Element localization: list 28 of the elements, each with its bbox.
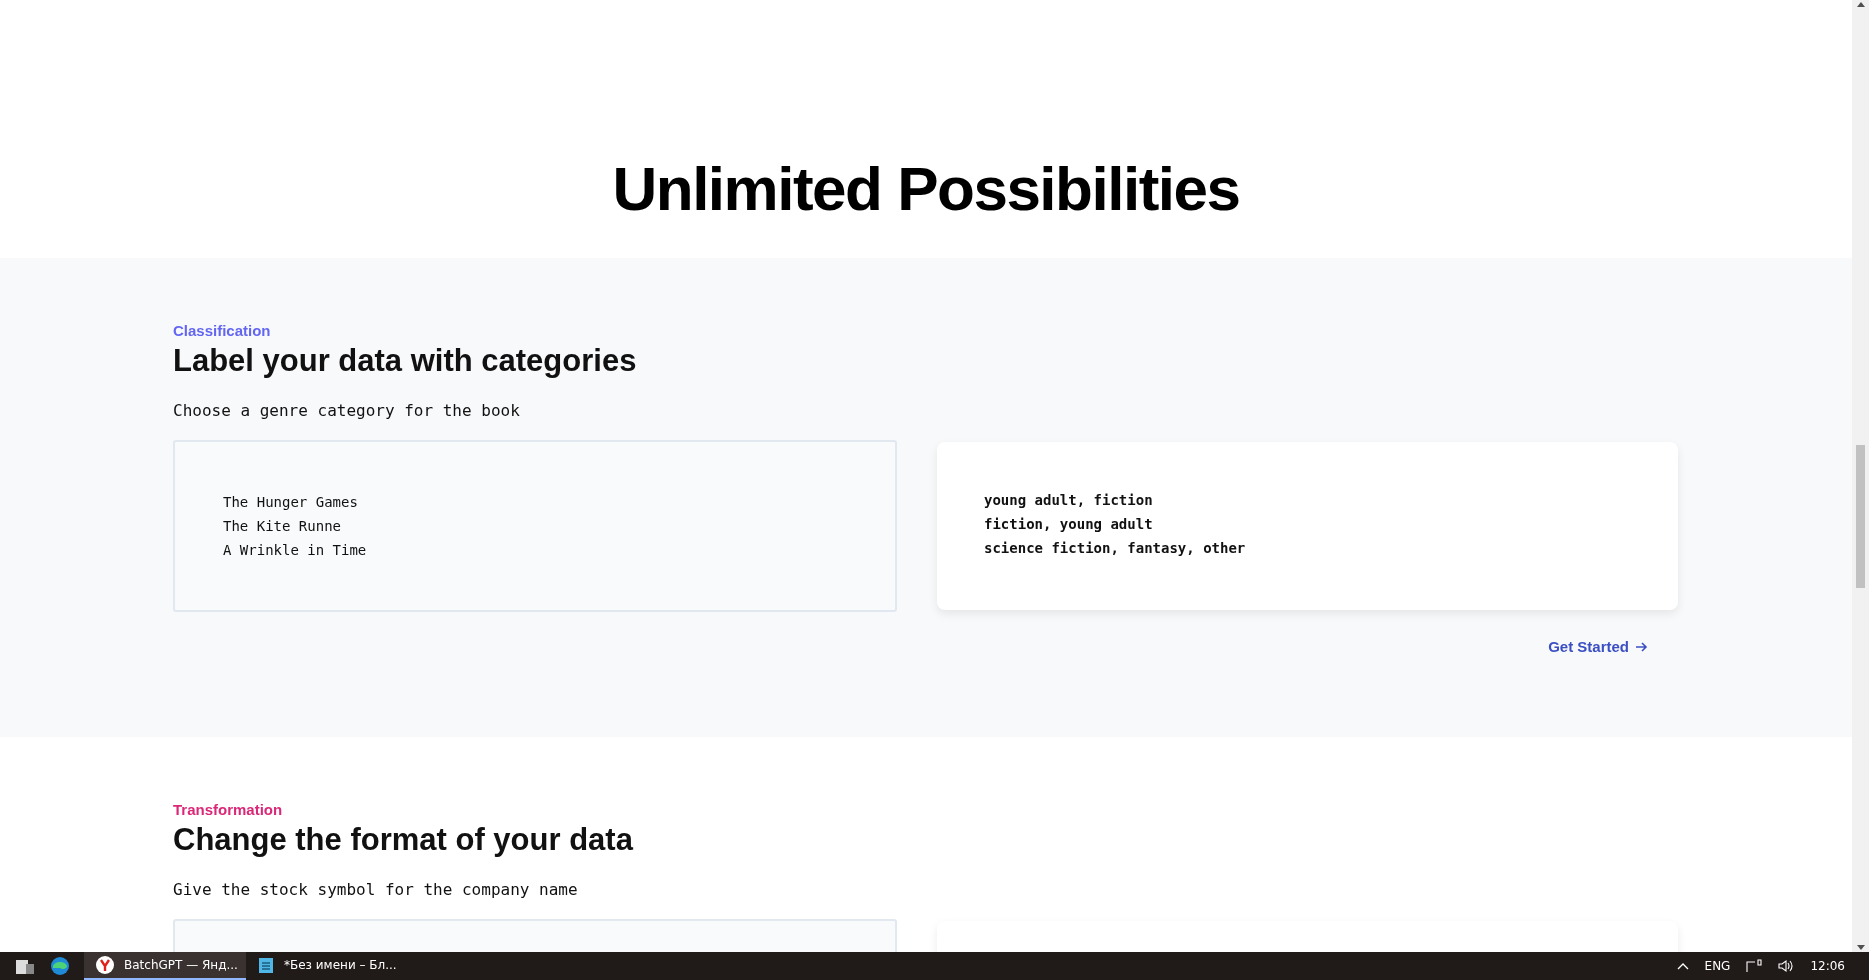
taskbar-app[interactable]: BatchGPT — Янд... xyxy=(84,952,246,980)
scroll-thumb[interactable] xyxy=(1856,445,1865,588)
section-title: Change the format of your data xyxy=(173,822,633,858)
windows-icon[interactable] xyxy=(16,958,34,974)
clock-time[interactable]: 12:06 xyxy=(1810,959,1845,973)
chevron-up-icon[interactable] xyxy=(1676,962,1689,970)
page-heading: Unlimited Possibilities xyxy=(612,153,1240,224)
prompt-text: Choose a genre category for the book xyxy=(173,401,520,420)
input-line: The Hunger Games xyxy=(223,493,358,512)
edge-browser-icon[interactable] xyxy=(50,956,70,976)
output-line: fiction, young adult xyxy=(984,515,1153,534)
scroll-up-icon[interactable] xyxy=(1856,2,1865,7)
prompt-text: Give the stock symbol for the company name xyxy=(173,880,578,899)
section-title: Label your data with categories xyxy=(173,343,637,379)
scroll-down-icon[interactable] xyxy=(1856,945,1865,950)
input-line: The Kite Runne xyxy=(223,517,341,536)
output-line: young adult, fiction xyxy=(984,491,1153,510)
volume-icon[interactable] xyxy=(1778,959,1795,973)
category-label: Classification xyxy=(173,322,271,339)
taskbar-app[interactable]: *Без имени – Бл... xyxy=(246,952,408,980)
get-started-link[interactable]: Get Started xyxy=(1548,638,1648,655)
network-icon[interactable] xyxy=(1746,959,1763,973)
output-line: science fiction, fantasy, other xyxy=(984,539,1246,558)
category-label: Transformation xyxy=(173,801,283,818)
arrow-right-icon xyxy=(1635,640,1648,653)
input-line: A Wrinkle in Time xyxy=(223,541,367,560)
scrollbar[interactable] xyxy=(1852,0,1869,952)
language-indicator[interactable]: ENG xyxy=(1704,959,1731,973)
